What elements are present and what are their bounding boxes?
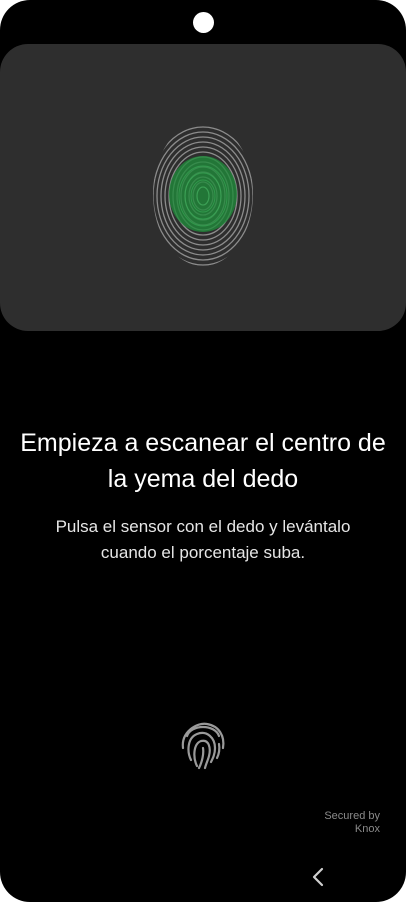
chevron-left-icon xyxy=(312,867,324,887)
fingerprint-sensor-icon[interactable] xyxy=(173,714,233,774)
secured-by-knox-label: Secured by Knox xyxy=(324,810,380,836)
fingerprint-illustration-panel xyxy=(0,44,406,331)
knox-text: Knox xyxy=(354,823,380,835)
fingerprint-center-illustration-icon xyxy=(153,126,253,266)
secured-by-text: Secured by xyxy=(324,810,380,822)
instruction-subtitle: Pulsa el sensor con el dedo y levántalo … xyxy=(55,517,351,562)
instruction-title: Empieza a escanear el centro de la yema … xyxy=(20,429,386,493)
back-button[interactable] xyxy=(303,862,333,892)
phone-screen: Empieza a escanear el centro de la yema … xyxy=(0,0,406,902)
front-camera xyxy=(193,12,214,33)
